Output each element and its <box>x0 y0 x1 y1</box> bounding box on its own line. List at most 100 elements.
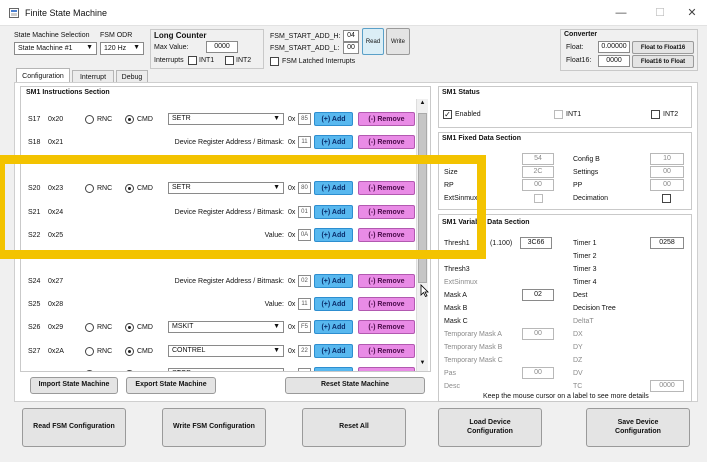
instruction-combo[interactable]: SETR ▼ <box>168 113 284 125</box>
add-button[interactable]: (+) Add <box>314 274 353 288</box>
max-value-field[interactable]: 0000 <box>206 41 238 53</box>
configb-field[interactable]: 10 <box>650 153 684 165</box>
remove-button[interactable]: (-) Remove <box>358 135 415 149</box>
reset-sm-button[interactable]: Reset State Machine <box>285 377 425 394</box>
rnc-label: RNC <box>97 348 113 355</box>
remove-button[interactable]: (-) Remove <box>358 297 415 311</box>
thresh1-field[interactable]: 3C66 <box>520 237 552 249</box>
export-sm-button[interactable]: Export State Machine <box>126 377 216 394</box>
rp-field[interactable]: 00 <box>522 179 554 191</box>
add-button[interactable]: (+) Add <box>314 344 353 358</box>
instruction-combo[interactable]: STOP ▼ <box>168 368 284 371</box>
add-button[interactable]: (+) Add <box>314 367 353 371</box>
remove-button[interactable]: (-) Remove <box>358 320 415 334</box>
extsinmux-checkbox[interactable] <box>534 194 543 203</box>
save-device-config-button[interactable]: Save Device Configuration <box>586 408 690 447</box>
cmd-radio[interactable] <box>125 370 134 371</box>
remove-button[interactable]: (-) Remove <box>358 274 415 288</box>
hex-value-field[interactable]: 11 <box>298 298 311 310</box>
rnc-radio[interactable] <box>85 115 94 124</box>
chevron-down-icon: ▼ <box>273 370 280 371</box>
status-int1-checkbox[interactable] <box>554 110 563 119</box>
rnc-label: RNC <box>97 324 113 331</box>
enabled-checkbox[interactable]: ✓ <box>443 110 452 119</box>
write-fsm-config-button[interactable]: Write FSM Configuration <box>162 408 266 447</box>
configb-label: Config B <box>573 156 600 163</box>
scroll-down-icon[interactable]: ▼ <box>418 360 427 369</box>
add-button[interactable]: (+) Add <box>314 297 353 311</box>
rnc-radio[interactable] <box>85 347 94 356</box>
cmd-radio[interactable] <box>125 323 134 332</box>
start-add-h-field[interactable]: 04 <box>343 30 359 42</box>
import-sm-button[interactable]: Import State Machine <box>30 377 118 394</box>
instruction-combo[interactable]: MSKIT ▼ <box>168 321 284 333</box>
dz-label: DZ <box>573 357 583 364</box>
minimize-button[interactable]: — <box>613 5 629 21</box>
reset-all-button[interactable]: Reset All <box>302 408 406 447</box>
add-button[interactable]: (+) Add <box>314 320 353 334</box>
row-id: S18 <box>28 139 41 146</box>
pas-field[interactable]: 00 <box>522 367 554 379</box>
float-label: Float: <box>566 44 584 51</box>
pas-label: Pas <box>444 370 457 377</box>
size-field[interactable]: 2C <box>522 166 554 178</box>
latched-checkbox[interactable] <box>270 57 279 66</box>
status-int2-label: INT2 <box>663 111 679 118</box>
remove-button[interactable]: (-) Remove <box>358 112 415 126</box>
int1-checkbox[interactable] <box>188 56 197 65</box>
fixed-top-field[interactable]: 54 <box>522 153 554 165</box>
instruction-combo[interactable]: CONTREL ▼ <box>168 345 284 357</box>
tc-label: TC <box>573 383 583 390</box>
cmd-radio[interactable] <box>125 347 134 356</box>
tmaska-field[interactable]: 00 <box>522 328 554 340</box>
maska-field[interactable]: 02 <box>522 289 554 301</box>
row-address: 0x27 <box>48 278 64 285</box>
close-button[interactable]: ✕ <box>684 5 700 21</box>
int2-label: INT2 <box>236 57 252 64</box>
rnc-radio[interactable] <box>85 323 94 332</box>
start-add-l-field[interactable]: 00 <box>343 42 359 54</box>
hex-prefix: 0x <box>288 278 296 285</box>
tab-configuration[interactable]: Configuration <box>16 68 70 83</box>
instruction-combo-value: CONTREL <box>172 347 206 354</box>
settings-field[interactable]: 00 <box>650 166 684 178</box>
pp-field[interactable]: 00 <box>650 179 684 191</box>
add-button[interactable]: (+) Add <box>314 135 353 149</box>
float16-field[interactable]: 0000 <box>598 55 630 67</box>
chevron-down-icon: ▼ <box>273 347 280 354</box>
hex-value-field[interactable]: 00 <box>298 368 311 371</box>
load-device-config-button[interactable]: Load Device Configuration <box>438 408 542 447</box>
add-button[interactable]: (+) Add <box>314 112 353 126</box>
decimation-checkbox[interactable] <box>662 194 671 203</box>
rnc-radio[interactable] <box>85 370 94 371</box>
title-bar: Finite State Machine — ☐ ✕ <box>0 0 707 26</box>
hex-value-field[interactable]: 02 <box>298 275 311 287</box>
cmd-radio[interactable] <box>125 115 134 124</box>
hex-value-field[interactable]: F5 <box>298 321 311 333</box>
hex-value-field[interactable]: 85 <box>298 113 311 125</box>
instruction-combo-value: MSKIT <box>172 323 194 330</box>
maximize-button[interactable]: ☐ <box>652 5 668 21</box>
cmd-label: CMD <box>137 324 153 331</box>
float16-to-float-button[interactable]: Float16 to Float <box>632 55 694 68</box>
start-add-l-label: FSM_START_ADD_L: <box>270 45 340 52</box>
timer4-label: Timer 4 <box>573 279 597 286</box>
write-button[interactable]: Write <box>386 28 410 55</box>
hex-value-field[interactable]: 22 <box>298 345 311 357</box>
thresh1-range: (1.100) <box>490 240 513 247</box>
status-int2-checkbox[interactable] <box>651 110 660 119</box>
tc-field[interactable]: 0000 <box>650 380 684 392</box>
remove-button[interactable]: (-) Remove <box>358 344 415 358</box>
read-fsm-config-button[interactable]: Read FSM Configuration <box>22 408 126 447</box>
scroll-up-icon[interactable]: ▲ <box>418 100 427 109</box>
fsm-odr-combo[interactable]: 120 Hz ▼ <box>100 42 144 55</box>
float-field[interactable]: 0.00000 <box>598 41 630 53</box>
remove-button[interactable]: (-) Remove <box>358 367 415 371</box>
sm-selection-combo[interactable]: State Machine #1 ▼ <box>14 42 97 55</box>
float-to-float16-button[interactable]: Float to Float16 <box>632 41 694 54</box>
int2-checkbox[interactable] <box>225 56 234 65</box>
timer1-field[interactable]: 0258 <box>650 237 684 249</box>
hex-value-field[interactable]: 11 <box>298 136 311 148</box>
read-button[interactable]: Read <box>362 28 384 55</box>
chevron-down-icon: ▼ <box>273 115 280 122</box>
